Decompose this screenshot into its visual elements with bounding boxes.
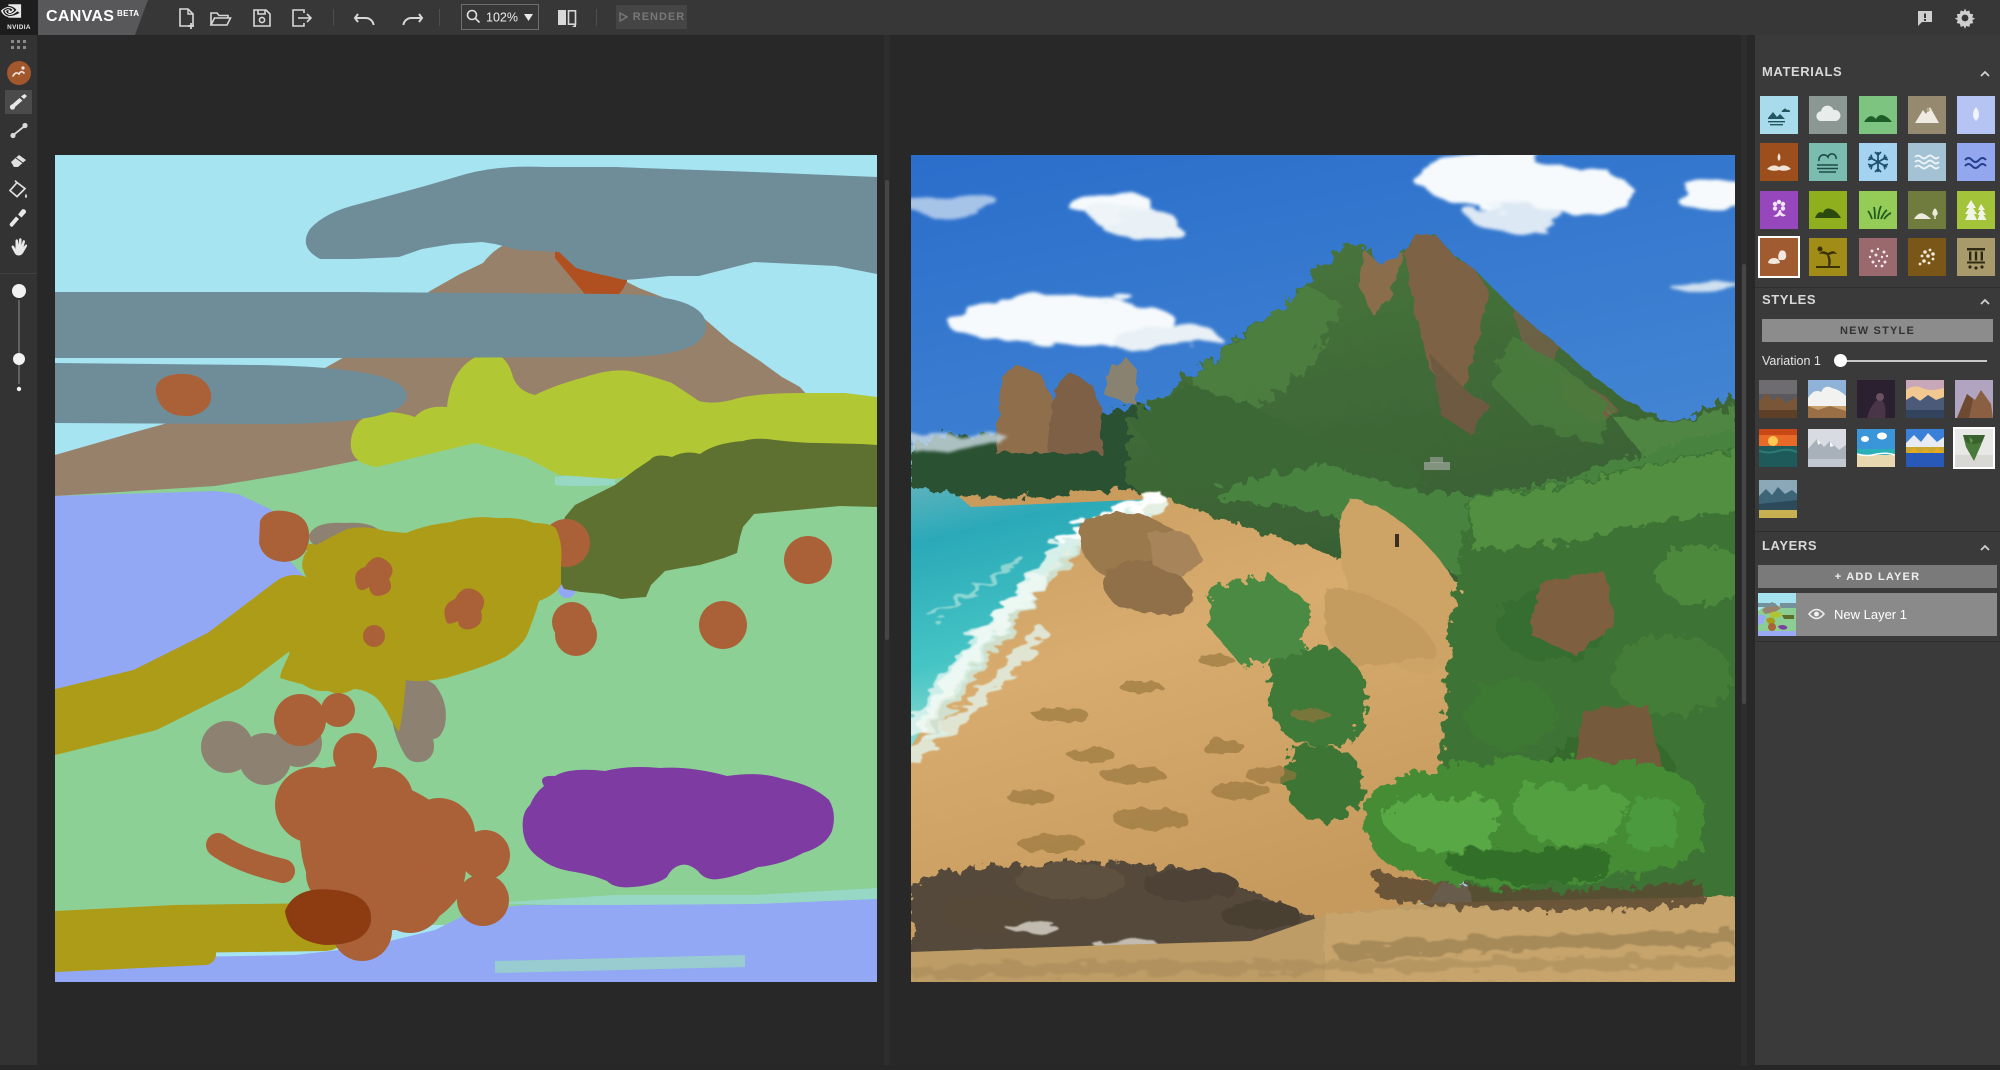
svg-text:102%: 102% bbox=[486, 11, 518, 25]
svg-text:NVIDIA: NVIDIA bbox=[7, 24, 31, 31]
